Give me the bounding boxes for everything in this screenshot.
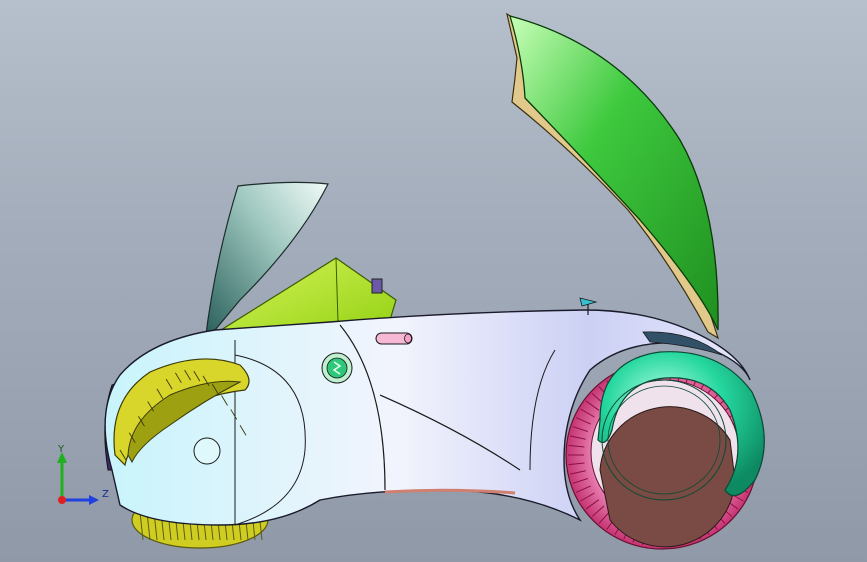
- 3d-model-scene[interactable]: Y Z: [0, 0, 867, 562]
- mirror-mount: [371, 278, 383, 294]
- rear-wheel-center: [599, 406, 736, 548]
- body-emblem: [321, 352, 353, 384]
- underbody-strip: [384, 488, 516, 495]
- x-axis: [58, 496, 66, 504]
- z-axis-label: Z: [102, 489, 109, 500]
- coordinate-triad: Y Z: [57, 444, 109, 505]
- cad-viewport[interactable]: Y Z: [0, 0, 867, 562]
- front-round-lamp: [193, 437, 221, 465]
- y-axis-label: Y: [57, 444, 65, 455]
